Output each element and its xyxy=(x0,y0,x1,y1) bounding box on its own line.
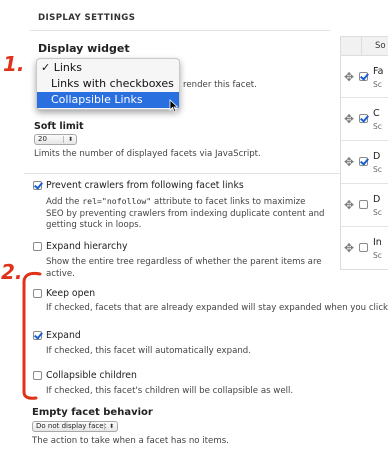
annotation-bracket xyxy=(22,271,42,400)
